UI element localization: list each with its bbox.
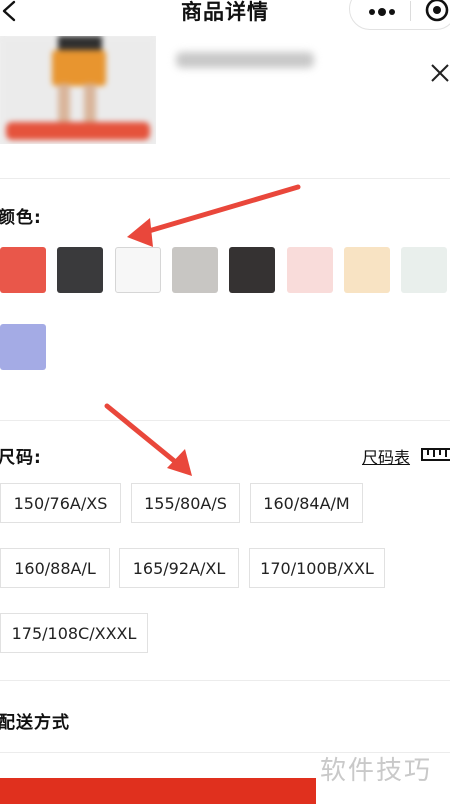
size-option-160-88a-l[interactable]: 160/88A/L bbox=[0, 548, 110, 588]
color-swatch-cream[interactable] bbox=[344, 247, 390, 293]
close-icon[interactable] bbox=[429, 62, 450, 84]
color-swatch-lavender[interactable] bbox=[0, 324, 46, 370]
size-option-155-80a-s[interactable]: 155/80A/S bbox=[131, 483, 240, 523]
size-option-165-92a-xl[interactable]: 165/92A/XL bbox=[119, 548, 239, 588]
color-swatch-charcoal[interactable] bbox=[229, 247, 275, 293]
divider bbox=[0, 178, 450, 179]
delivery-label: 配送方式 bbox=[0, 713, 70, 733]
size-option-170-100b-xxl[interactable]: 170/100B/XXL bbox=[249, 548, 385, 588]
product-name-blurred bbox=[176, 52, 314, 68]
annotation-arrow-to-size-s bbox=[104, 403, 192, 476]
color-swatch-white[interactable] bbox=[115, 247, 161, 293]
close-miniprogram-icon[interactable] bbox=[424, 0, 450, 23]
size-option-150-76a-xs[interactable]: 150/76A/XS bbox=[0, 483, 121, 523]
divider bbox=[0, 420, 450, 421]
size-label: 尺码: bbox=[0, 448, 42, 468]
annotation-arrow-to-white bbox=[127, 184, 301, 247]
color-swatch-light-gray[interactable] bbox=[172, 247, 218, 293]
size-chart-link[interactable]: 尺码表 bbox=[362, 444, 410, 468]
top-nav: 商品详情 bbox=[0, 0, 450, 30]
size-option-175-108c-xxxl[interactable]: 175/108C/XXXL bbox=[0, 613, 148, 653]
ruler-icon[interactable] bbox=[421, 446, 450, 462]
watermark: 软件技巧 bbox=[320, 756, 433, 786]
color-swatch-off-white[interactable] bbox=[401, 247, 447, 293]
color-swatch-pink[interactable] bbox=[287, 247, 333, 293]
capsule-divider bbox=[410, 1, 411, 21]
color-swatch-dark-gray[interactable] bbox=[57, 247, 103, 293]
color-label: 颜色: bbox=[0, 208, 42, 228]
size-option-160-84a-m[interactable]: 160/84A/M bbox=[250, 483, 363, 523]
mini-program-capsule bbox=[349, 0, 450, 30]
divider bbox=[0, 680, 450, 681]
product-thumbnail bbox=[0, 36, 156, 144]
more-icon[interactable] bbox=[367, 7, 397, 17]
color-swatch-red[interactable] bbox=[0, 247, 46, 293]
add-to-cart-button[interactable] bbox=[0, 778, 316, 804]
